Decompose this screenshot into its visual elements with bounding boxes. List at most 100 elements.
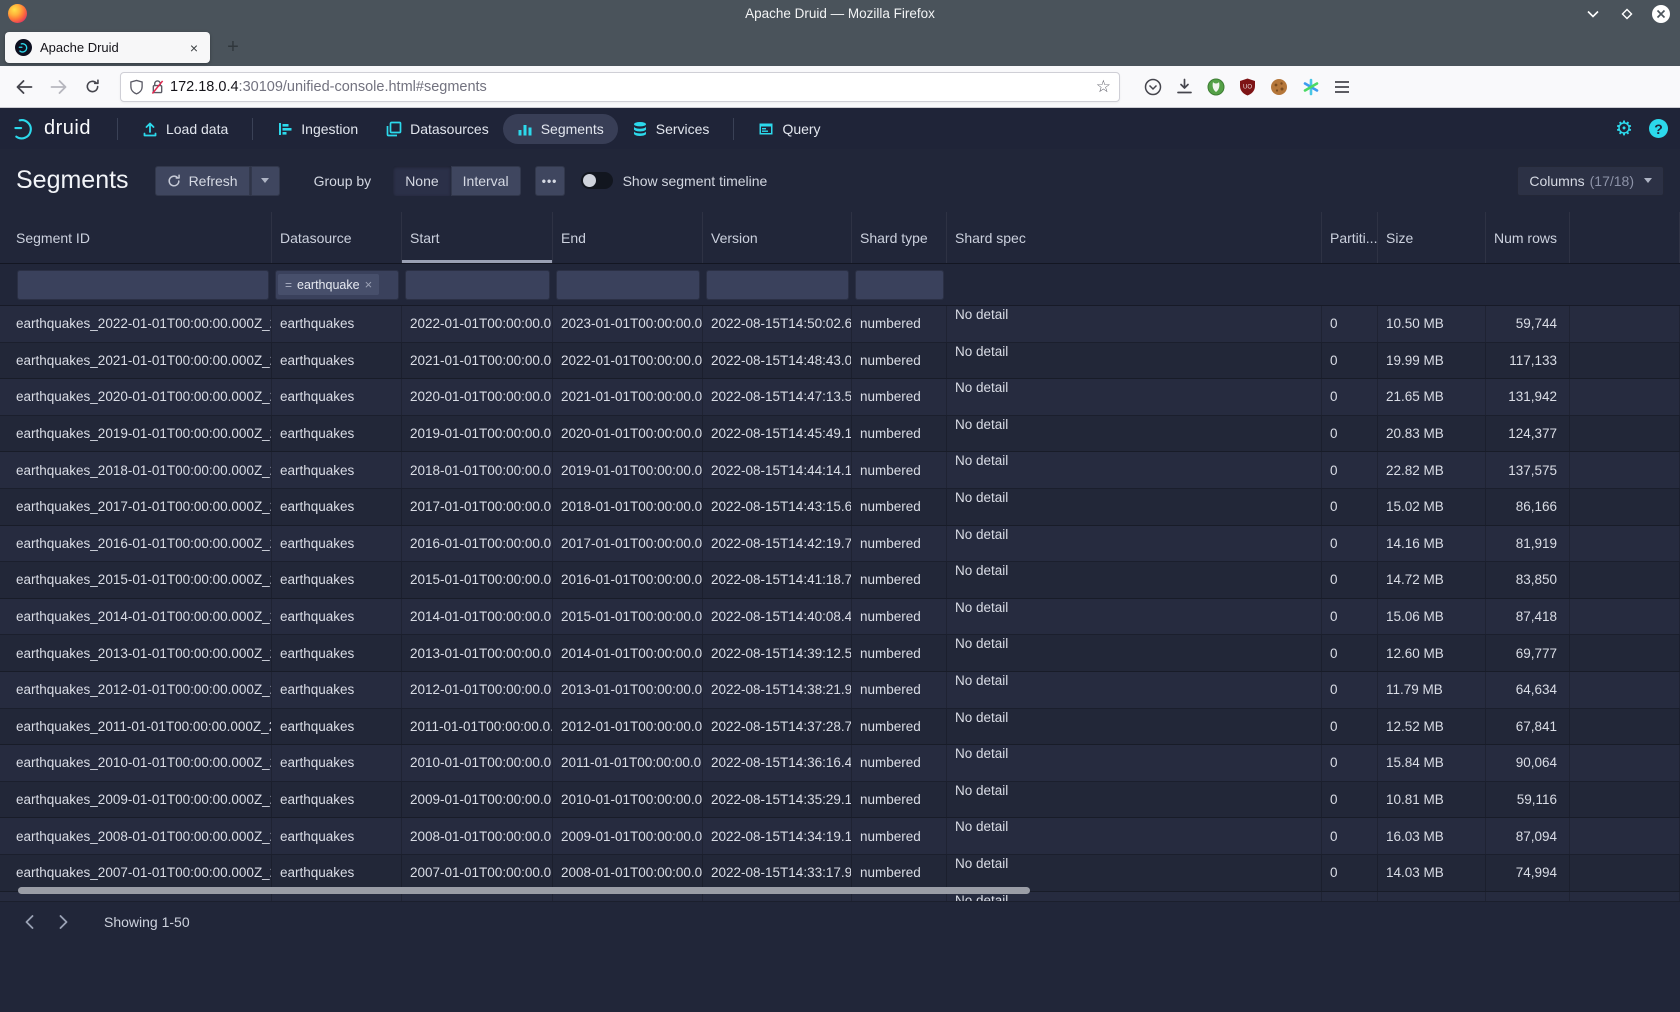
column-header-start[interactable]: Start xyxy=(402,212,553,263)
pocket-icon[interactable] xyxy=(1144,78,1162,96)
cookie-icon[interactable] xyxy=(1270,78,1288,96)
nav-item-label: Ingestion xyxy=(301,121,358,137)
forward-icon[interactable] xyxy=(44,73,72,101)
cell-num-rows: 87,418 xyxy=(1486,599,1570,635)
cell-version: 2022-08-15T14:33:17.9... xyxy=(703,855,852,891)
column-header-partition[interactable]: Partiti... xyxy=(1322,212,1378,263)
cell-num-rows: 59,744 xyxy=(1486,306,1570,342)
druid-navbar: druid Load data Ingestion Datasources Se… xyxy=(0,108,1680,149)
cell-start: 2011-01-01T00:00:00.0... xyxy=(402,709,553,745)
version-filter-input[interactable] xyxy=(706,270,849,300)
menu-icon[interactable] xyxy=(1334,80,1350,94)
column-header-shard-spec[interactable]: Shard spec xyxy=(947,212,1322,263)
download-icon[interactable] xyxy=(1176,78,1193,95)
column-header-segment-id[interactable]: Segment ID xyxy=(0,212,272,263)
nav-item-datasources[interactable]: Datasources xyxy=(372,114,503,144)
cell-num-rows: 131,942 xyxy=(1486,379,1570,415)
minimize-button[interactable] xyxy=(1584,5,1602,23)
refresh-dropdown-button[interactable] xyxy=(250,166,280,196)
cell-end: 2012-01-01T00:00:00.0... xyxy=(553,709,703,745)
column-header-size[interactable]: Size xyxy=(1378,212,1486,263)
bookmark-star-icon[interactable]: ☆ xyxy=(1096,77,1111,97)
privacy-badger-icon[interactable] xyxy=(1207,78,1225,96)
end-filter-input[interactable] xyxy=(556,270,700,300)
tab-close-icon[interactable]: × xyxy=(188,40,200,56)
column-header-datasource[interactable]: Datasource xyxy=(272,212,402,263)
prev-page-button[interactable] xyxy=(16,909,42,935)
next-page-button[interactable] xyxy=(50,909,76,935)
cell-partition: 0 xyxy=(1322,489,1378,525)
cell-datasource: earthquakes xyxy=(272,745,402,781)
shard-type-filter-input[interactable] xyxy=(855,270,944,300)
settings-gear-icon[interactable]: ⚙ xyxy=(1615,119,1633,139)
cell-shard-spec: No detail xyxy=(947,745,1322,781)
cell-version: 2022-08-15T14:40:08.4... xyxy=(703,599,852,635)
brand-name: druid xyxy=(44,117,91,140)
table-row: earthquakes_2013-01-01T00:00:00.000Z_2..… xyxy=(0,635,1680,672)
start-filter-input[interactable] xyxy=(405,270,550,300)
filter-tag[interactable]: = earthquake × xyxy=(278,274,379,295)
shield-icon[interactable] xyxy=(129,79,144,95)
column-header-filler xyxy=(1570,212,1680,263)
extension-asterisk-icon[interactable] xyxy=(1302,78,1320,96)
close-button[interactable] xyxy=(1652,5,1670,23)
url-text: 172.18.0.4:30109/unified-console.html#se… xyxy=(170,79,1096,95)
segment-id-filter-input[interactable] xyxy=(17,270,269,300)
firefox-logo-icon xyxy=(8,4,27,23)
nav-item-services[interactable]: Services xyxy=(618,114,724,144)
url-bar[interactable]: 172.18.0.4:30109/unified-console.html#se… xyxy=(120,72,1120,102)
lock-insecure-icon[interactable] xyxy=(151,79,164,95)
cell-shard-spec: No detail xyxy=(947,343,1322,379)
browser-tab[interactable]: Apache Druid × xyxy=(5,32,210,63)
cell-shard-type: numbered xyxy=(852,818,947,854)
maximize-button[interactable] xyxy=(1618,5,1636,23)
cell-size: 16.03 MB xyxy=(1378,818,1486,854)
url-host: 172.18.0.4 xyxy=(170,79,239,95)
column-header-version[interactable]: Version xyxy=(703,212,852,263)
cell-version: 2022-08-15T14:37:28.7... xyxy=(703,709,852,745)
cell-datasource: earthquakes xyxy=(272,379,402,415)
group-by-interval-button[interactable]: Interval xyxy=(451,166,521,196)
table-row: earthquakes_2012-01-01T00:00:00.000Z_2..… xyxy=(0,672,1680,709)
ublock-icon[interactable]: UO xyxy=(1239,78,1256,96)
table-body: earthquakes_2022-01-01T00:00:00.000Z_2..… xyxy=(0,306,1680,892)
cell-shard-spec: No detail xyxy=(947,599,1322,635)
cell-shard-spec: No detail xyxy=(947,782,1322,818)
help-icon[interactable]: ? xyxy=(1649,119,1668,138)
segment-timeline-toggle[interactable] xyxy=(581,172,613,189)
column-header-num-rows[interactable]: Num rows xyxy=(1486,212,1570,263)
view-header: Segments Refresh Group by None Interval … xyxy=(0,149,1680,212)
cell-datasource: earthquakes xyxy=(272,343,402,379)
cell-partition: 0 xyxy=(1322,855,1378,891)
column-header-shard-type[interactable]: Shard type xyxy=(852,212,947,263)
more-options-button[interactable]: ••• xyxy=(535,166,565,196)
column-header-end[interactable]: End xyxy=(553,212,703,263)
nav-item-ingestion[interactable]: Ingestion xyxy=(263,114,372,144)
cell-end: 2011-01-01T00:00:00.0... xyxy=(553,745,703,781)
reload-icon[interactable] xyxy=(78,73,106,101)
cell-partition: 0 xyxy=(1322,379,1378,415)
horizontal-scrollbar[interactable] xyxy=(18,887,1030,894)
group-by-none-button[interactable]: None xyxy=(393,166,450,196)
nav-item-query[interactable]: Query xyxy=(744,114,834,144)
druid-logo[interactable]: druid xyxy=(12,116,107,141)
cell-shard-spec: No detail xyxy=(947,526,1322,562)
cell-start: 2012-01-01T00:00:00.0... xyxy=(402,672,553,708)
cell-version: 2022-08-15T14:44:14.1... xyxy=(703,452,852,488)
ingestion-icon xyxy=(277,121,293,137)
nav-item-load-data[interactable]: Load data xyxy=(128,114,242,144)
cell-version: 2022-08-15T14:39:12.5... xyxy=(703,635,852,671)
tab-strip: Apache Druid × + xyxy=(0,27,1680,66)
cell-datasource: earthquakes xyxy=(272,672,402,708)
nav-item-segments[interactable]: Segments xyxy=(503,114,618,144)
cell-num-rows: 90,064 xyxy=(1486,745,1570,781)
columns-button[interactable]: Columns (17/18) xyxy=(1517,166,1664,196)
datasource-filter-input[interactable]: = earthquake × xyxy=(275,270,399,300)
new-tab-button[interactable]: + xyxy=(221,36,245,60)
back-icon[interactable] xyxy=(10,73,38,101)
refresh-button[interactable]: Refresh xyxy=(155,166,250,196)
cell-num-rows: 74,994 xyxy=(1486,855,1570,891)
table-row: earthquakes_2008-01-01T00:00:00.000Z_2..… xyxy=(0,818,1680,855)
remove-filter-icon[interactable]: × xyxy=(365,277,373,292)
cell-num-rows: 67,841 xyxy=(1486,709,1570,745)
